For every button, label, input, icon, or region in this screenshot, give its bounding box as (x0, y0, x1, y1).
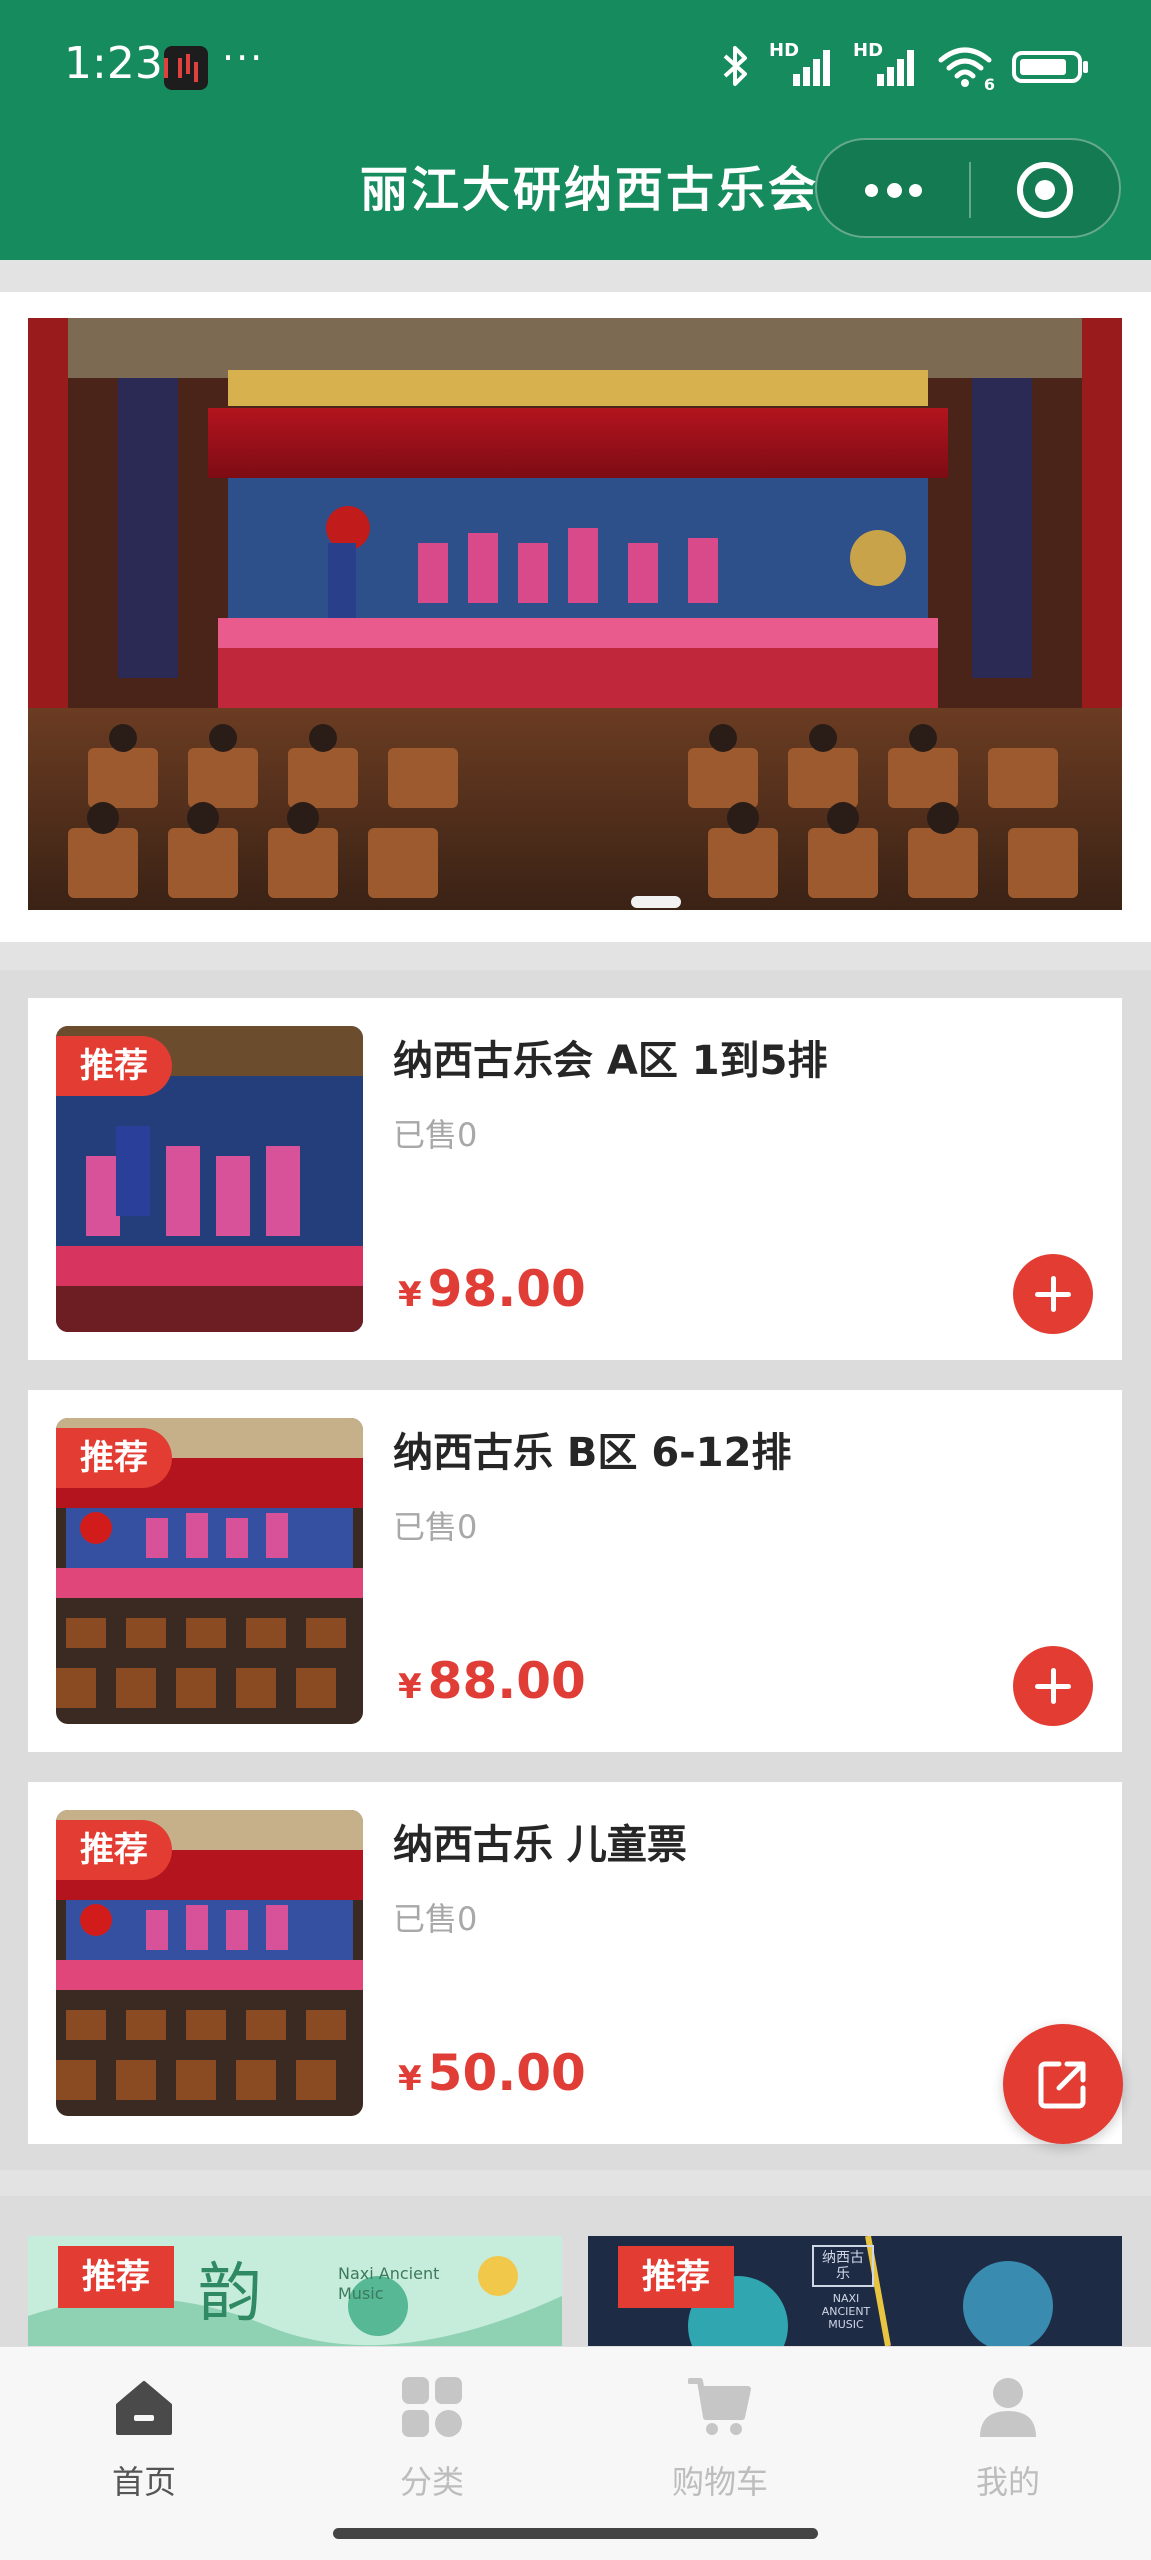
recommend-item[interactable]: 韵 Naxi Ancient Music 推荐 (28, 2236, 562, 2346)
stage-illustration (28, 318, 1122, 910)
status-more-dots: ··· (222, 36, 265, 80)
category-icon (402, 2377, 462, 2437)
status-time: 1:23 (64, 38, 163, 89)
share-button[interactable] (1003, 2024, 1123, 2144)
poster-caption: Naxi Ancient Music (338, 2264, 440, 2303)
currency-symbol: ¥ (398, 1667, 422, 1707)
recommend-item[interactable]: 纳西古乐 NAXI ANCIENT MUSIC 推荐 (588, 2236, 1122, 2346)
product-thumbnail[interactable]: 推荐 (56, 1026, 363, 1332)
tab-profile[interactable]: 我的 (928, 2375, 1088, 2503)
add-to-cart-button[interactable] (1013, 1254, 1093, 1334)
product-sold-count: 已售0 (393, 1900, 478, 1938)
signal-icon: HD (853, 40, 919, 88)
currency-symbol: ¥ (398, 2059, 422, 2099)
recorder-icon (164, 46, 208, 90)
recommend-tag: 推荐 (618, 2246, 734, 2308)
recommend-tag: 推荐 (58, 2246, 174, 2308)
product-thumbnail[interactable]: 推荐 (56, 1418, 363, 1724)
tab-label: 我的 (975, 2463, 1040, 2501)
tab-label: 分类 (399, 2463, 464, 2501)
recommend-section: 韵 Naxi Ancient Music 推荐 纳西古乐 NAXI ANCIEN… (0, 2196, 1151, 2346)
bluetooth-icon (723, 46, 747, 86)
product-list: 推荐 纳西古乐会 A区 1到5排 已售0 ¥98.00 推荐 纳西古乐 B区 6… (0, 970, 1151, 2170)
page-title: 丽江大研纳西古乐会 (360, 162, 820, 218)
tab-label: 首页 (111, 2463, 176, 2501)
tab-home[interactable]: 首页 (64, 2375, 224, 2503)
banner-section (0, 292, 1151, 942)
capsule-divider (969, 162, 971, 218)
wifi-6-label: 6 (983, 75, 995, 94)
tab-cart[interactable]: 购物车 (640, 2375, 800, 2503)
banner-image-stage-performance[interactable] (28, 318, 1122, 910)
signal-hd-label: HD (769, 40, 800, 61)
close-mini-program-icon[interactable] (1017, 162, 1073, 218)
product-price: ¥88.00 (398, 1652, 586, 1710)
add-to-cart-button[interactable] (1013, 1646, 1093, 1726)
product-card[interactable]: 推荐 纳西古乐 B区 6-12排 已售0 ¥88.00 (28, 1390, 1122, 1752)
tab-category[interactable]: 分类 (352, 2375, 512, 2503)
product-title[interactable]: 纳西古乐 B区 6-12排 (393, 1420, 791, 1478)
currency-symbol: ¥ (398, 1275, 422, 1315)
product-card[interactable]: 推荐 纳西古乐会 A区 1到5排 已售0 ¥98.00 (28, 998, 1122, 1360)
more-options-icon[interactable] (861, 170, 925, 210)
product-title[interactable]: 纳西古乐 儿童票 (393, 1812, 687, 1870)
price-amount: 98.00 (427, 1260, 586, 1318)
signal-icon: HD (769, 40, 835, 88)
price-amount: 50.00 (427, 2044, 586, 2102)
top-bar: 1:23 ··· HD HD 6 丽江大研纳西古乐会 (0, 0, 1151, 260)
user-icon (980, 2378, 1036, 2437)
poster-caption: NAXI ANCIENT MUSIC (821, 2292, 871, 2331)
status-icons: HD HD 6 (721, 40, 1091, 94)
signal-hd-label: HD (853, 40, 884, 61)
recommend-tag: 推荐 (56, 1036, 172, 1096)
product-thumbnail[interactable]: 推荐 (56, 1810, 363, 2116)
battery-icon (1012, 51, 1088, 83)
home-indicator[interactable] (333, 2528, 818, 2539)
price-amount: 88.00 (427, 1652, 586, 1710)
home-icon (116, 2381, 172, 2435)
share-icon (1038, 2061, 1086, 2109)
product-sold-count: 已售0 (393, 1508, 478, 1546)
product-sold-count: 已售0 (393, 1116, 478, 1154)
app-root: 1:23 ··· HD HD 6 丽江大研纳西古乐会 推荐 纳西古乐会 A区 1… (0, 0, 1151, 2560)
product-card[interactable]: 推荐 纳西古乐 儿童票 已售0 ¥50.00 (28, 1782, 1122, 2144)
wifi-icon: 6 (937, 44, 995, 94)
product-price: ¥98.00 (398, 1260, 586, 1318)
product-price: ¥50.00 (398, 2044, 586, 2102)
banner-indicator-dot[interactable] (631, 896, 681, 908)
product-title[interactable]: 纳西古乐会 A区 1到5排 (393, 1028, 827, 1086)
tab-label: 购物车 (671, 2463, 768, 2501)
poster-seal: 纳西古乐 (822, 2250, 864, 2282)
recommend-tag: 推荐 (56, 1820, 172, 1880)
poster-glyph: 韵 (198, 2257, 262, 2331)
mini-program-capsule (815, 138, 1121, 238)
cart-icon (687, 2378, 751, 2435)
recommend-tag: 推荐 (56, 1428, 172, 1488)
